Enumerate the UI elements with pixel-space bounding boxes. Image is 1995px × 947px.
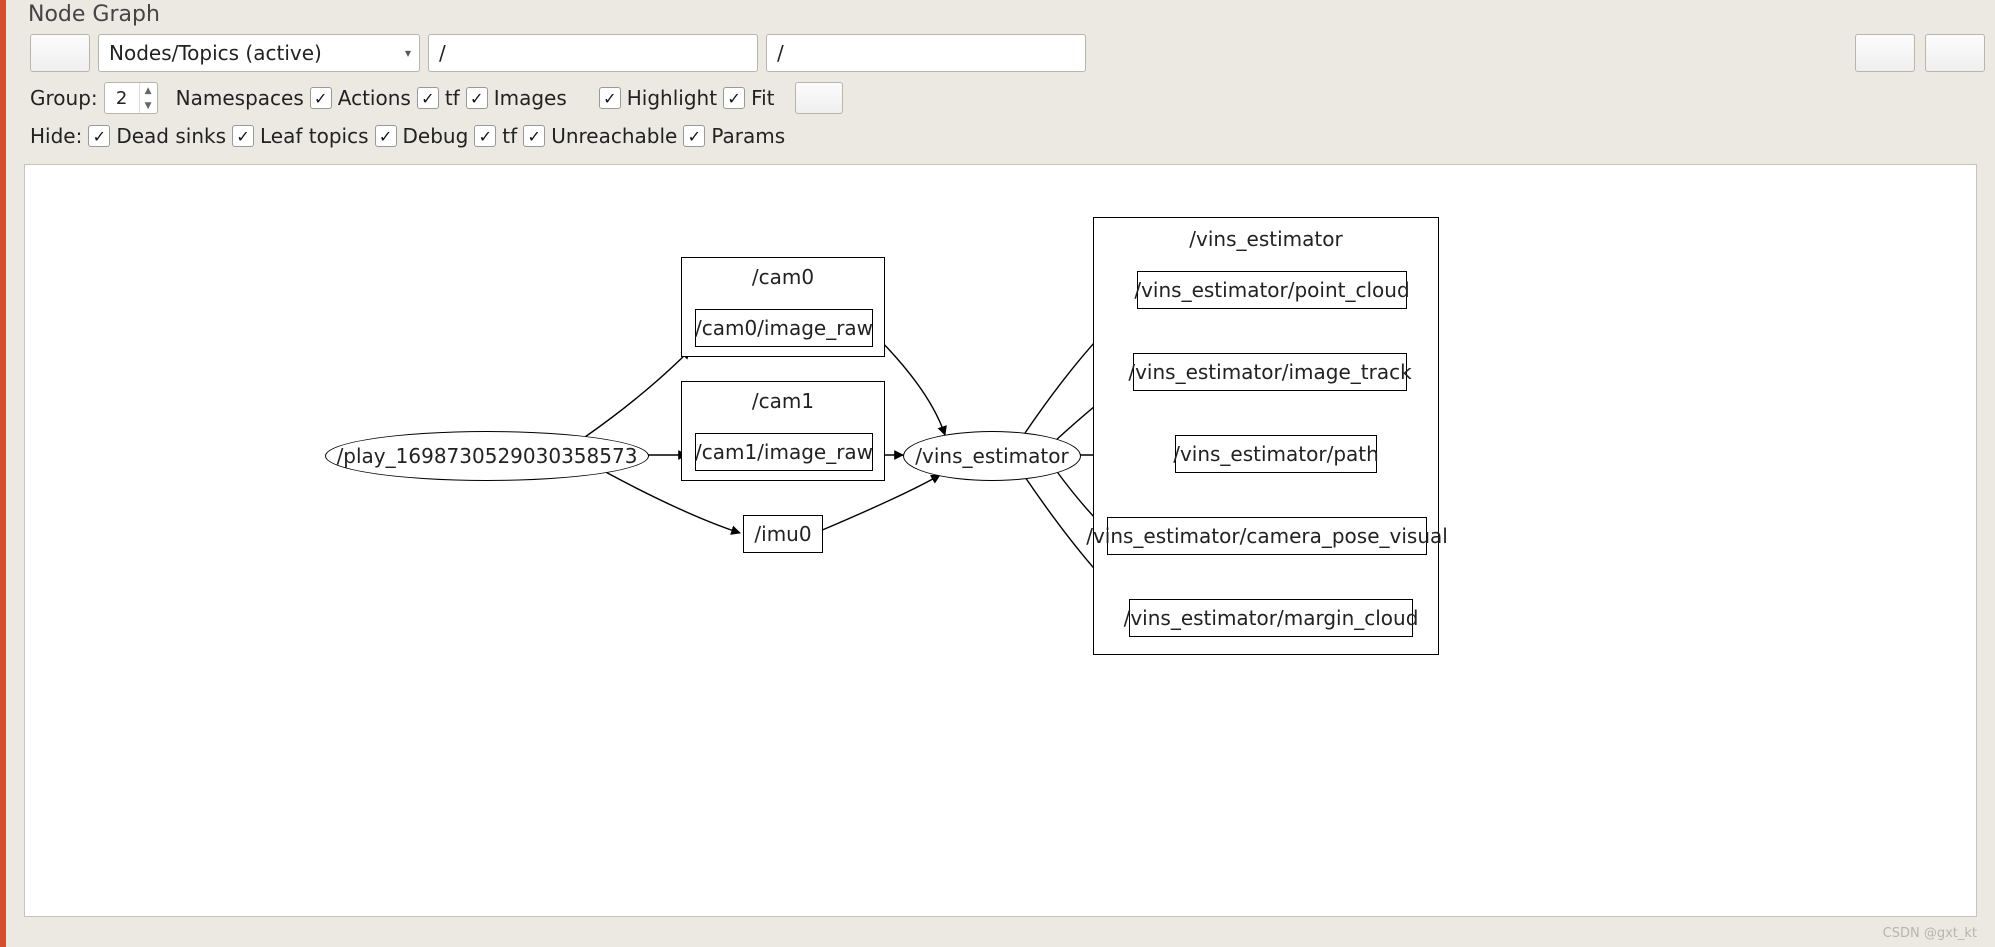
checkbox-tf[interactable]: ✓ [466, 87, 488, 109]
checkbox-tf-hide[interactable]: ✓ [474, 125, 496, 147]
node-play-label: /play_1698730529030358573 [337, 444, 638, 468]
node-point-cloud[interactable]: /vins_estimator/point_cloud [1137, 271, 1407, 309]
graph: /play_1698730529030358573 /cam0 /cam0/im… [25, 165, 1976, 916]
check-icon: ✓ [466, 87, 488, 109]
cluster-cam0-label: /cam0 [681, 265, 885, 289]
window-title: Node Graph [20, 0, 168, 27]
toolbar-button-left[interactable] [30, 34, 90, 72]
checkbox-debug-label: Debug [403, 124, 469, 148]
toolbar-right-buttons [1855, 34, 1985, 72]
toolbar-row-3: Hide: ✓ Dead sinks ✓ Leaf topics ✓ Debug… [30, 124, 785, 148]
checkbox-params-label: Params [711, 124, 785, 148]
node-cam1-image-raw[interactable]: /cam1/image_raw [695, 433, 873, 471]
spinner-arrows[interactable]: ▲▼ [139, 83, 157, 113]
toolbar-button-right-1[interactable] [1855, 34, 1915, 72]
check-icon: ✓ [232, 125, 254, 147]
graph-edges [25, 165, 1976, 916]
checkbox-params[interactable]: ✓ [683, 125, 705, 147]
node-image-track-label: /vins_estimator/image_track [1128, 360, 1411, 384]
checkbox-dead-sinks[interactable]: ✓ [88, 125, 110, 147]
node-imu0[interactable]: /imu0 [743, 515, 823, 553]
checkbox-tf-hide-label: tf [502, 124, 517, 148]
window-root: Node Graph Nodes/Topics (active) ▾ / / G… [0, 0, 1995, 947]
node-path-label: /vins_estimator/path [1173, 442, 1379, 466]
namespace-filter-1-input[interactable]: / [428, 34, 758, 72]
node-play[interactable]: /play_1698730529030358573 [325, 431, 649, 481]
check-icon: ✓ [723, 87, 745, 109]
toolbar2-trailing-button[interactable] [795, 82, 843, 114]
checkbox-actions-label: Actions [338, 86, 411, 110]
check-icon: ✓ [599, 87, 621, 109]
chevron-down-icon: ▾ [405, 46, 411, 60]
toolbar-button-right-2[interactable] [1925, 34, 1985, 72]
checkbox-debug[interactable]: ✓ [375, 125, 397, 147]
node-point-cloud-label: /vins_estimator/point_cloud [1134, 278, 1409, 302]
group-depth-value: 2 [105, 83, 139, 113]
checkbox-leaf-topics-label: Leaf topics [260, 124, 369, 148]
checkbox-namespaces[interactable]: ✓ [310, 87, 332, 109]
check-icon: ✓ [683, 125, 705, 147]
checkbox-leaf-topics[interactable]: ✓ [232, 125, 254, 147]
check-icon: ✓ [474, 125, 496, 147]
check-icon: ✓ [88, 125, 110, 147]
group-label: Group: [30, 86, 98, 110]
node-vins-estimator[interactable]: /vins_estimator [903, 431, 1081, 481]
check-icon: ✓ [417, 87, 439, 109]
node-margin-cloud[interactable]: /vins_estimator/margin_cloud [1129, 599, 1413, 637]
checkbox-fit-label: Fit [751, 86, 774, 110]
node-cam1-image-raw-label: /cam1/image_raw [695, 440, 873, 464]
node-camera-pose-visual-label: /vins_estimator/camera_pose_visual [1086, 524, 1448, 548]
checkbox-actions[interactable]: ✓ [417, 87, 439, 109]
checkbox-unreachable-label: Unreachable [551, 124, 677, 148]
view-mode-label: Nodes/Topics (active) [109, 41, 322, 65]
node-cam0-image-raw[interactable]: /cam0/image_raw [695, 309, 873, 347]
namespace-filter-2-value: / [777, 41, 784, 65]
node-vins-estimator-label: /vins_estimator [915, 444, 1068, 468]
check-icon: ✓ [310, 87, 332, 109]
cluster-vins-estimator-label: /vins_estimator [1093, 227, 1439, 251]
checkbox-fit[interactable]: ✓ [723, 87, 745, 109]
watermark: CSDN @gxt_kt [1883, 926, 1977, 941]
node-image-track[interactable]: /vins_estimator/image_track [1133, 353, 1407, 391]
namespace-filter-2-input[interactable]: / [766, 34, 1086, 72]
namespace-filter-1-value: / [439, 41, 446, 65]
check-icon: ✓ [375, 125, 397, 147]
checkbox-namespaces-label: Namespaces [176, 86, 304, 110]
view-mode-dropdown[interactable]: Nodes/Topics (active) ▾ [98, 34, 420, 72]
toolbar-row-1: Nodes/Topics (active) ▾ / / [30, 34, 1985, 72]
checkbox-unreachable[interactable]: ✓ [523, 125, 545, 147]
node-camera-pose-visual[interactable]: /vins_estimator/camera_pose_visual [1107, 517, 1427, 555]
cluster-cam1-label: /cam1 [681, 389, 885, 413]
group-depth-spinner[interactable]: 2 ▲▼ [104, 82, 158, 114]
check-icon: ✓ [523, 125, 545, 147]
hide-label: Hide: [30, 124, 82, 148]
checkbox-dead-sinks-label: Dead sinks [116, 124, 226, 148]
checkbox-tf-label: tf [445, 86, 460, 110]
node-cam0-image-raw-label: /cam0/image_raw [695, 316, 873, 340]
checkbox-highlight-label: Highlight [627, 86, 717, 110]
toolbar-row-2: Group: 2 ▲▼ Namespaces ✓ Actions ✓ tf ✓ … [30, 82, 843, 114]
checkbox-highlight[interactable]: ✓ [599, 87, 621, 109]
node-path[interactable]: /vins_estimator/path [1175, 435, 1377, 473]
checkbox-images-label: Images [494, 86, 567, 110]
graph-canvas[interactable]: /play_1698730529030358573 /cam0 /cam0/im… [24, 164, 1977, 917]
node-margin-cloud-label: /vins_estimator/margin_cloud [1124, 606, 1419, 630]
node-imu0-label: /imu0 [754, 522, 811, 546]
